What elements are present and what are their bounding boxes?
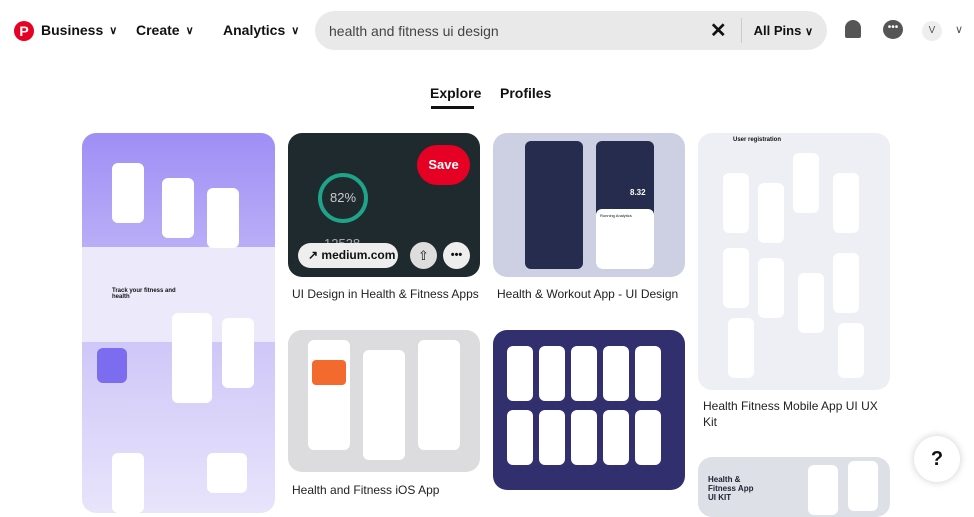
- save-button[interactable]: Save: [417, 145, 470, 185]
- bell-icon[interactable]: [845, 20, 861, 38]
- clear-icon[interactable]: ✕: [710, 18, 742, 43]
- search-input[interactable]: health and fitness ui design: [329, 23, 710, 39]
- account-chevron-icon[interactable]: ∨: [955, 23, 963, 36]
- pin-card[interactable]: [288, 330, 480, 472]
- nav-business[interactable]: Business ∨: [41, 22, 117, 38]
- chevron-down-icon: ∨: [185, 24, 194, 37]
- more-options-button[interactable]: •••: [443, 242, 470, 269]
- pin-image-text: 8.32: [630, 188, 646, 197]
- pin-card[interactable]: 8.32 Running Analytics: [493, 133, 685, 277]
- nav-create[interactable]: Create ∨: [136, 22, 194, 38]
- tab-explore[interactable]: Explore: [430, 85, 481, 101]
- chevron-down-icon: ∨: [804, 26, 813, 38]
- nav-label: Create: [136, 22, 180, 38]
- messages-icon[interactable]: •••: [883, 20, 903, 39]
- active-tab-underline: [431, 106, 474, 109]
- pin-title[interactable]: UI Design in Health & Fitness Apps: [292, 286, 479, 302]
- pin-title[interactable]: Health Fitness Mobile App UI UX Kit: [703, 398, 888, 430]
- chevron-down-icon: ∨: [109, 24, 118, 37]
- tab-profiles[interactable]: Profiles: [500, 85, 551, 101]
- pin-card[interactable]: Track your fitness and health: [82, 133, 275, 513]
- pin-image-text: User registration: [733, 137, 782, 143]
- nav-analytics[interactable]: Analytics ∨: [223, 22, 299, 38]
- pin-image-text: Health & Fitness App UI KIT: [708, 475, 754, 502]
- pin-title[interactable]: Health & Workout App - UI Design: [497, 286, 678, 302]
- pin-image-text: Track your fitness and health: [112, 288, 176, 300]
- arrow-icon: ↗: [308, 248, 319, 262]
- chevron-down-icon: ∨: [291, 24, 300, 37]
- pin-card[interactable]: [493, 330, 685, 490]
- pin-card[interactable]: Health & Fitness App UI KIT: [698, 457, 890, 517]
- nav-label: Business: [41, 22, 104, 38]
- pin-image-text: Running Analytics: [596, 209, 654, 269]
- pin-card[interactable]: User registration: [698, 133, 890, 390]
- pin-card[interactable]: 82% 12538 Save ↗ medium.com ⇧ •••: [288, 133, 480, 277]
- filter-label: All Pins: [753, 23, 802, 38]
- avatar[interactable]: V: [922, 21, 942, 41]
- search-bar[interactable]: health and fitness ui design ✕ All Pins …: [315, 11, 827, 50]
- pinterest-logo[interactable]: P: [14, 21, 34, 41]
- help-button[interactable]: ?: [914, 436, 960, 482]
- source-link-button[interactable]: ↗ medium.com: [298, 243, 398, 268]
- all-pins-dropdown[interactable]: All Pins ∨: [754, 23, 813, 38]
- link-text: medium.com: [321, 248, 396, 262]
- pin-image-text: 82%: [318, 173, 368, 223]
- pin-title[interactable]: Health and Fitness iOS App: [292, 482, 439, 498]
- share-button[interactable]: ⇧: [410, 242, 437, 269]
- nav-label: Analytics: [223, 22, 286, 38]
